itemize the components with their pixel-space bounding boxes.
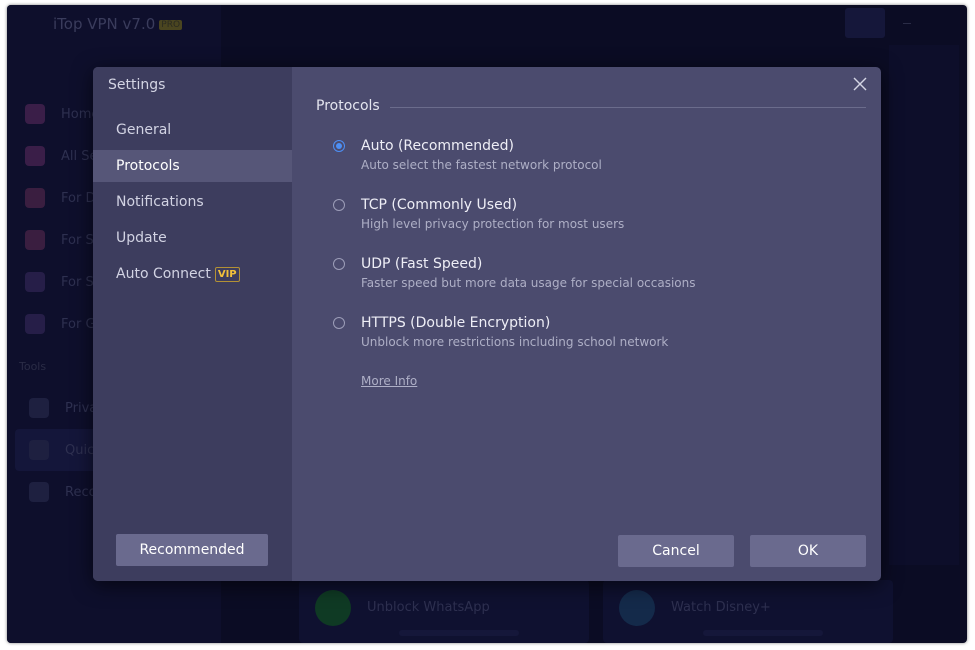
section-title: Protocols <box>316 98 380 114</box>
disney-icon <box>619 590 655 626</box>
bg-nav-download: For D <box>25 177 99 219</box>
radio-unchecked-icon[interactable] <box>333 258 345 270</box>
nav-item-label: Update <box>116 230 167 246</box>
bg-nav-home: Home <box>25 93 99 135</box>
bg-nav-streaming: For S <box>25 219 99 261</box>
app-title: iTop VPN v7.0 PRO <box>53 15 183 33</box>
protocol-label: UDP (Fast Speed) <box>361 256 483 272</box>
bg-card-label: Unblock WhatsApp <box>367 600 490 615</box>
bg-nav-label: For S <box>61 232 94 248</box>
background-nav: Home All Se For D For S For S For G <box>25 93 99 345</box>
nav-item-update[interactable]: Update <box>93 222 292 254</box>
settings-dialog: Settings General Protocols Notifications… <box>93 67 881 581</box>
protocol-list: Auto (Recommended) Auto select the faste… <box>333 137 811 373</box>
close-button[interactable] <box>848 72 872 96</box>
nav-item-label: Auto Connect <box>116 266 211 282</box>
users-icon <box>25 272 45 292</box>
protocol-option-udp[interactable]: UDP (Fast Speed) Faster speed but more d… <box>333 255 811 314</box>
app-title-text: iTop VPN v7.0 <box>53 15 156 33</box>
video-icon <box>25 230 45 250</box>
nav-item-label: General <box>116 122 172 138</box>
protocol-description: High level privacy protection for most u… <box>361 217 625 231</box>
link-icon <box>29 440 49 460</box>
recommended-button[interactable]: Recommended <box>116 534 268 566</box>
globe-icon <box>25 146 45 166</box>
settings-nav: General Protocols Notifications Update A… <box>93 114 292 294</box>
nav-item-protocols[interactable]: Protocols <box>93 150 292 182</box>
protocol-option-https[interactable]: HTTPS (Double Encryption) Unblock more r… <box>333 314 811 373</box>
bg-nav-all-servers: All Se <box>25 135 99 177</box>
nav-item-notifications[interactable]: Notifications <box>93 186 292 218</box>
nav-item-general[interactable]: General <box>93 114 292 146</box>
section-divider <box>390 107 866 108</box>
more-info-link[interactable]: More Info <box>361 374 417 388</box>
bg-nav-label: For D <box>61 190 96 206</box>
shield-icon <box>29 398 49 418</box>
protocol-option-auto[interactable]: Auto (Recommended) Auto select the faste… <box>333 137 811 196</box>
radio-checked-icon[interactable] <box>333 140 345 152</box>
download-icon <box>25 188 45 208</box>
radio-unchecked-icon[interactable] <box>333 199 345 211</box>
protocol-option-tcp[interactable]: TCP (Commonly Used) High level privacy p… <box>333 196 811 255</box>
bg-nav-label: For S <box>61 274 94 290</box>
cancel-button[interactable]: Cancel <box>618 535 734 567</box>
protocol-description: Auto select the fastest network protocol <box>361 158 602 172</box>
settings-sidebar: Settings General Protocols Notifications… <box>93 67 292 581</box>
bg-nav-label: For G <box>61 316 96 332</box>
protocol-description: Unblock more restrictions including scho… <box>361 335 669 349</box>
gamepad-icon <box>25 314 45 334</box>
bg-card-disney: Watch Disney+ <box>603 580 893 643</box>
bg-card-label: Watch Disney+ <box>671 600 771 615</box>
bg-tools-label: Tools <box>19 360 47 373</box>
home-icon <box>25 104 45 124</box>
grid-icon <box>29 482 49 502</box>
minimize-icon <box>903 23 911 24</box>
protocol-label: HTTPS (Double Encryption) <box>361 315 551 331</box>
bg-card-sub <box>399 630 519 636</box>
radio-unchecked-icon[interactable] <box>333 317 345 329</box>
bg-nav-label: Quic <box>65 442 95 458</box>
protocol-label: Auto (Recommended) <box>361 138 515 154</box>
protocols-section-header: Protocols <box>316 98 866 118</box>
nav-item-auto-connect[interactable]: Auto Connect VIP <box>93 258 292 290</box>
vip-badge: VIP <box>214 267 240 282</box>
pro-badge: PRO <box>159 19 183 30</box>
close-icon <box>853 77 867 91</box>
dialog-title: Settings <box>108 77 166 93</box>
ok-button[interactable]: OK <box>750 535 866 567</box>
protocol-description: Faster speed but more data usage for spe… <box>361 276 696 290</box>
background-right-panel <box>889 45 959 565</box>
bg-nav-gaming: For G <box>25 303 99 345</box>
nav-item-label: Notifications <box>116 194 204 210</box>
bg-nav-label: Reco <box>65 484 97 500</box>
protocol-label: TCP (Commonly Used) <box>361 197 518 213</box>
whatsapp-icon <box>315 590 351 626</box>
nav-item-label: Protocols <box>116 158 180 174</box>
bg-card-sub <box>703 630 823 636</box>
bg-nav-social: For S <box>25 261 99 303</box>
menu-icon <box>845 8 885 38</box>
bg-card-whatsapp: Unblock WhatsApp <box>299 580 589 643</box>
